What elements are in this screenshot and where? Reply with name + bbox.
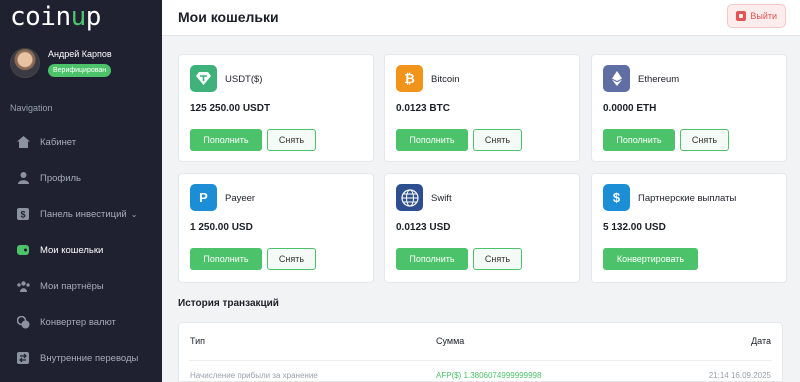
wallet-name: Payeer bbox=[225, 193, 256, 204]
user-panel: Андрей Карпов Верифицирован bbox=[10, 48, 112, 78]
topbar: Мои кошельки Выйти bbox=[162, 0, 800, 36]
deposit-button[interactable]: Пополнить bbox=[603, 129, 675, 151]
transactions-table: Тип Сумма Дата Начисление прибыли за хра… bbox=[178, 322, 783, 382]
svg-text:$: $ bbox=[20, 210, 25, 220]
dollar-icon: $ bbox=[603, 184, 630, 211]
column-header-amount[interactable]: Сумма bbox=[436, 336, 464, 346]
wallet-card-ethereum: Ethereum 0.0000 ETH Пополнить Снять bbox=[591, 54, 787, 162]
withdraw-button[interactable]: Снять bbox=[267, 129, 316, 151]
wallet-balance: 125 250.00 USDT bbox=[190, 103, 271, 114]
nav-item-investments[interactable]: $ Панель инвестиций ⌄ bbox=[0, 196, 162, 232]
logout-icon bbox=[736, 11, 747, 21]
nav-item-profile[interactable]: Профиль bbox=[0, 160, 162, 196]
nav-menu: Кабинет Профиль $ Панель инвестиций ⌄ Мо… bbox=[0, 124, 162, 376]
nav-item-cabinet[interactable]: Кабинет bbox=[0, 124, 162, 160]
partners-icon bbox=[16, 279, 30, 293]
logo[interactable]: coinup bbox=[10, 2, 101, 32]
wallet-balance: 0.0000 ETH bbox=[603, 103, 657, 114]
nav-item-wallets[interactable]: Мои кошельки bbox=[0, 232, 162, 268]
withdraw-button[interactable]: Снять bbox=[473, 129, 522, 151]
payeer-icon: P bbox=[190, 184, 217, 211]
transfer-icon bbox=[16, 351, 30, 365]
user-icon bbox=[16, 171, 30, 185]
nav-label: Мои партнёры bbox=[40, 280, 104, 292]
wallet-name: Bitcoin bbox=[431, 74, 460, 85]
wallet-name: USDT($) bbox=[225, 74, 263, 85]
wallet-card-usdt: USDT($) 125 250.00 USDT Пополнить Снять bbox=[178, 54, 374, 162]
sidebar: coinup Андрей Карпов Верифицирован Navig… bbox=[0, 0, 162, 382]
wallet-balance: 1 250.00 USD bbox=[190, 222, 253, 233]
column-header-date[interactable]: Дата bbox=[751, 336, 771, 346]
avatar[interactable] bbox=[10, 48, 40, 78]
transaction-date: 21:14 16.09.2025 bbox=[708, 371, 771, 380]
wallet-icon bbox=[16, 243, 30, 257]
nav-item-converter[interactable]: Конвертер валют bbox=[0, 304, 162, 340]
nav-label: Внутренние переводы bbox=[40, 352, 139, 364]
convert-button[interactable]: Конвертировать bbox=[603, 248, 698, 270]
wallet-balance: 5 132.00 USD bbox=[603, 222, 666, 233]
home-icon bbox=[16, 135, 30, 149]
logout-label: Выйти bbox=[750, 11, 777, 21]
wallet-name: Swift bbox=[431, 193, 452, 204]
wallet-card-payeer: P Payeer 1 250.00 USD Пополнить Снять bbox=[178, 173, 374, 283]
deposit-button[interactable]: Пополнить bbox=[190, 248, 262, 270]
wallet-card-partner-payouts: $ Партнерские выплаты 5 132.00 USD Конве… bbox=[591, 173, 787, 283]
wallet-name: Партнерские выплаты bbox=[638, 193, 737, 204]
transaction-type: Начисление прибыли за хранение bbox=[190, 371, 318, 380]
withdraw-button[interactable]: Снять bbox=[267, 248, 316, 270]
nav-title: Navigation bbox=[10, 103, 53, 113]
nav-label: Кабинет bbox=[40, 136, 77, 148]
nav-label: Мои кошельки bbox=[40, 244, 104, 256]
nav-label: Панель инвестиций bbox=[40, 208, 127, 220]
nav-item-transfers[interactable]: Внутренние переводы bbox=[0, 340, 162, 376]
wallet-balance: 0.0123 USD bbox=[396, 222, 451, 233]
deposit-button[interactable]: Пополнить bbox=[190, 129, 262, 151]
wallet-name: Ethereum bbox=[638, 74, 680, 85]
nav-label: Конвертер валют bbox=[40, 316, 116, 328]
nav-label: Профиль bbox=[40, 172, 82, 184]
row-divider bbox=[189, 360, 772, 361]
dollar-icon: $ bbox=[16, 207, 30, 221]
withdraw-button[interactable]: Снять bbox=[473, 248, 522, 270]
swift-icon bbox=[396, 184, 423, 211]
ethereum-icon bbox=[603, 65, 630, 92]
logout-button[interactable]: Выйти bbox=[727, 4, 786, 28]
page-title: Мои кошельки bbox=[178, 9, 279, 25]
nav-item-partners[interactable]: Мои партнёры bbox=[0, 268, 162, 304]
wallet-balance: 0.0123 BTC bbox=[396, 103, 450, 114]
transactions-title: История транзакций bbox=[178, 298, 279, 309]
wallet-card-bitcoin: ₿ Bitcoin 0.0123 BTC Пополнить Снять bbox=[384, 54, 580, 162]
main-content: Мои кошельки Выйти USDT($) 125 250.00 US… bbox=[162, 0, 800, 382]
wallet-card-swift: Swift 0.0123 USD Пополнить Снять bbox=[384, 173, 580, 283]
withdraw-button[interactable]: Снять bbox=[680, 129, 729, 151]
tether-icon bbox=[190, 65, 217, 92]
deposit-button[interactable]: Пополнить bbox=[396, 129, 468, 151]
bitcoin-icon: ₿ bbox=[396, 65, 423, 92]
verified-badge: Верифицирован bbox=[48, 64, 112, 77]
column-header-type[interactable]: Тип bbox=[190, 336, 205, 346]
converter-icon bbox=[16, 315, 30, 329]
deposit-button[interactable]: Пополнить bbox=[396, 248, 468, 270]
chevron-down-icon: ⌄ bbox=[130, 209, 138, 219]
user-name: Андрей Карпов bbox=[48, 49, 112, 59]
transaction-amount: AFP($) 1.3806074999999998 bbox=[436, 371, 542, 380]
